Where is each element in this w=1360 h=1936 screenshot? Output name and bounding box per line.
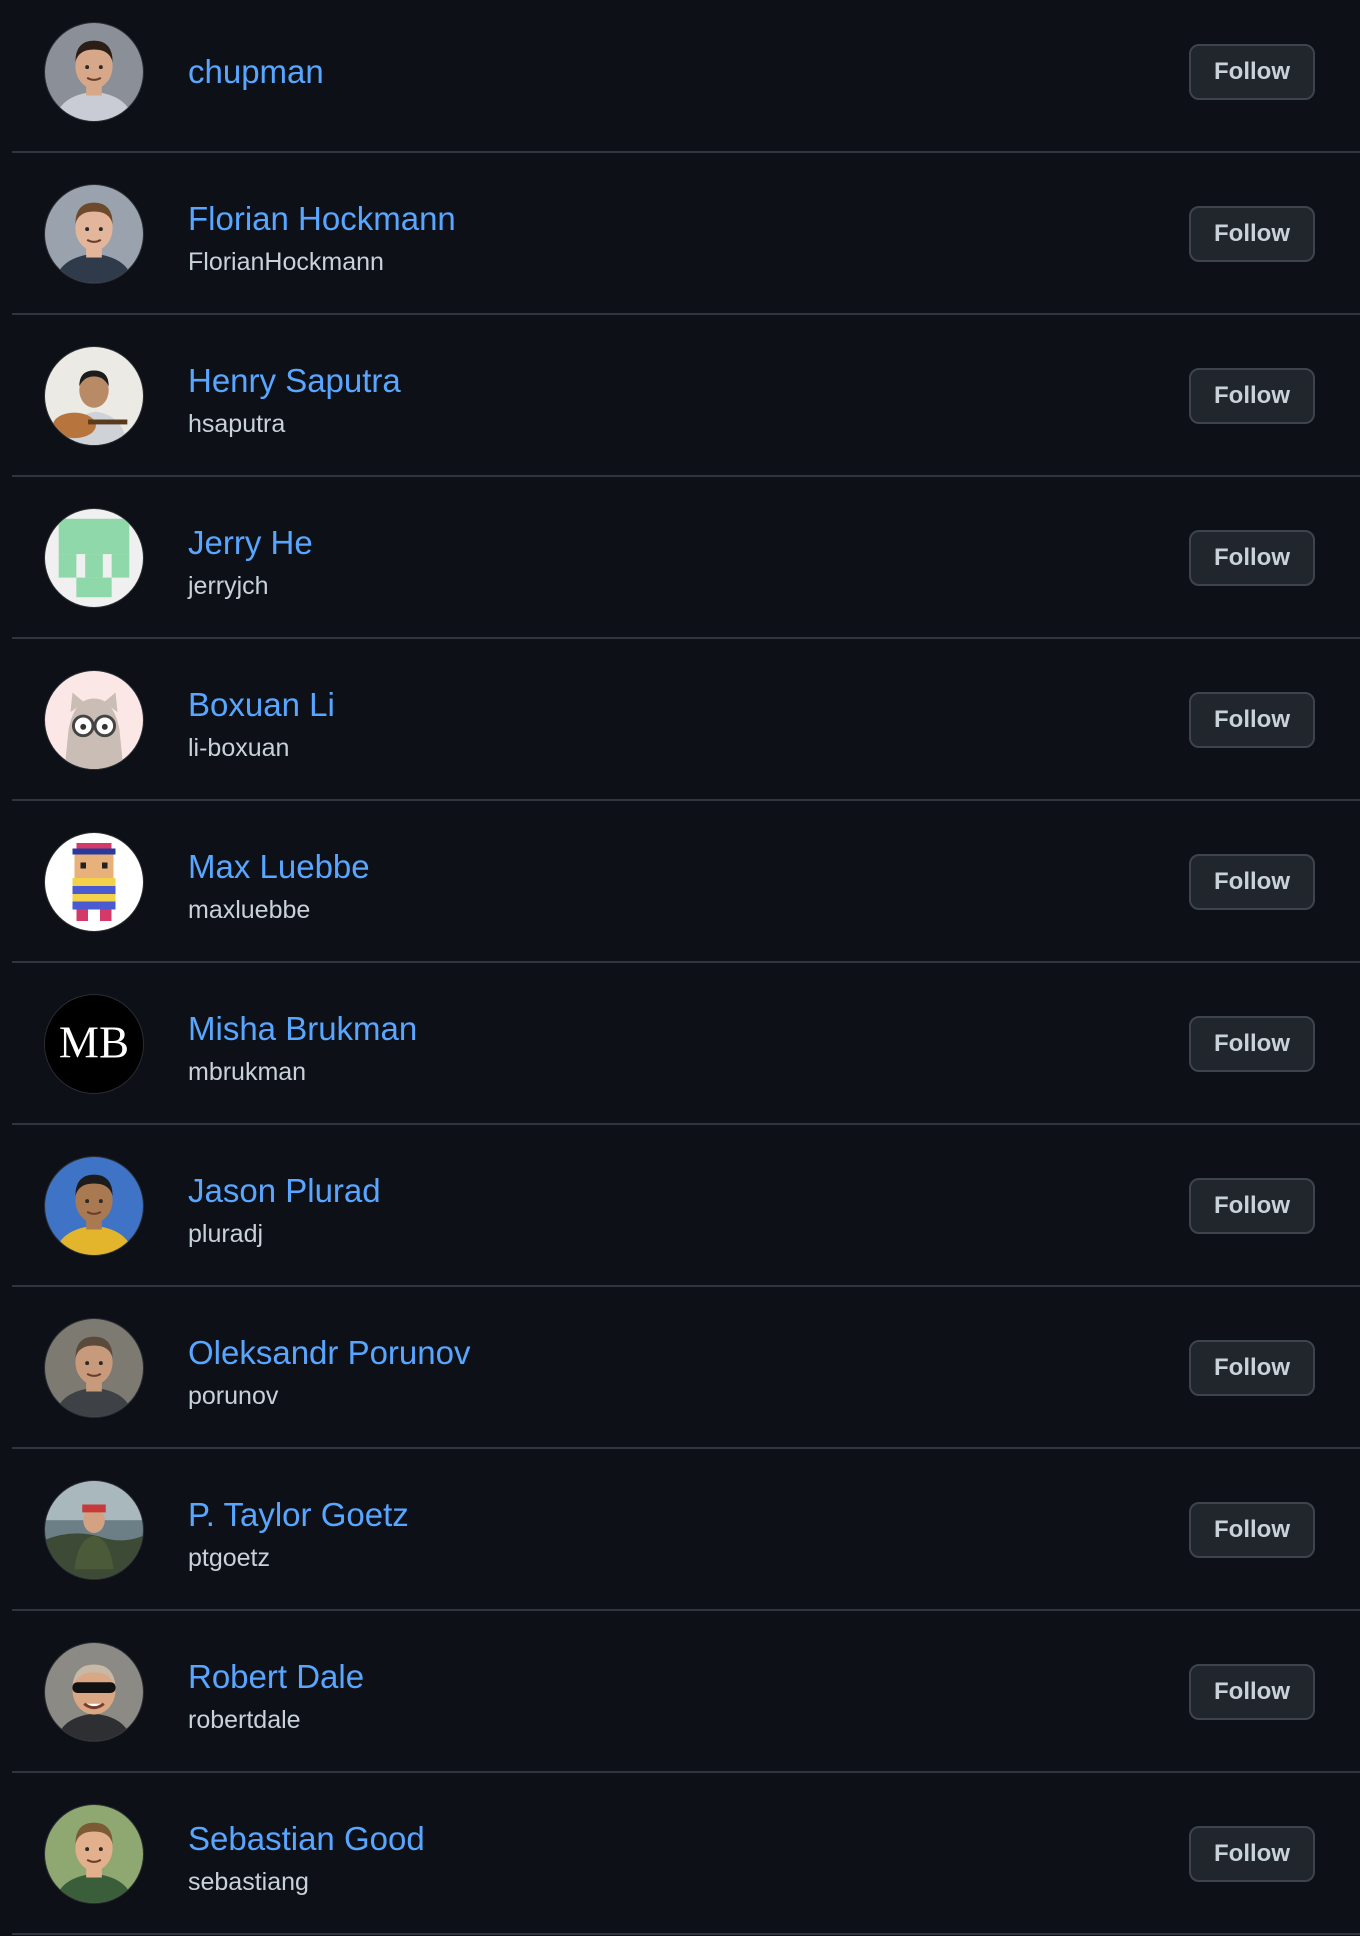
- photo-avatar[interactable]: [45, 1319, 143, 1417]
- user-row: Boxuan Li li-boxuan Follow: [0, 639, 1360, 801]
- follow-button[interactable]: Follow: [1189, 1178, 1315, 1234]
- user-row: chupman Follow: [0, 0, 1360, 153]
- user-name-link[interactable]: Jerry He: [188, 523, 313, 563]
- user-login: hsaputra: [188, 410, 286, 438]
- user-login: jerryjch: [188, 572, 269, 600]
- user-row: Henry Saputra hsaputra Follow: [0, 315, 1360, 477]
- follow-button[interactable]: Follow: [1189, 1340, 1315, 1396]
- user-row: Sebastian Good sebastiang Follow: [0, 1773, 1360, 1935]
- user-name-link[interactable]: Henry Saputra: [188, 361, 401, 401]
- user-row: MB Misha Brukman mbrukman Follow: [0, 963, 1360, 1125]
- follow-button[interactable]: Follow: [1189, 692, 1315, 748]
- user-row: Jerry He jerryjch Follow: [0, 477, 1360, 639]
- user-login: FlorianHockmann: [188, 248, 384, 276]
- user-login: li-boxuan: [188, 734, 290, 762]
- user-row: Oleksandr Porunov porunov Follow: [0, 1287, 1360, 1449]
- user-login: porunov: [188, 1382, 279, 1410]
- user-list: chupman Follow Florian Hockmann FlorianHock…: [0, 0, 1360, 1935]
- follow-button[interactable]: Follow: [1189, 1826, 1315, 1882]
- user-login: pluradj: [188, 1220, 264, 1248]
- user-name-link[interactable]: Florian Hockmann: [188, 199, 456, 239]
- user-name-link[interactable]: Robert Dale: [188, 1657, 364, 1697]
- user-name-link[interactable]: chupman: [188, 52, 324, 92]
- user-login: robertdale: [188, 1706, 301, 1734]
- photo-avatar[interactable]: [45, 1805, 143, 1903]
- follow-button[interactable]: Follow: [1189, 1502, 1315, 1558]
- user-name-link[interactable]: Jason Plurad: [188, 1171, 381, 1211]
- user-row: Florian Hockmann FlorianHockmann Follow: [0, 153, 1360, 315]
- follow-button[interactable]: Follow: [1189, 368, 1315, 424]
- photo-avatar[interactable]: [45, 1643, 143, 1741]
- identicon-avatar[interactable]: [45, 509, 143, 607]
- pixel-art-avatar[interactable]: [45, 833, 143, 931]
- follow-button[interactable]: Follow: [1189, 206, 1315, 262]
- user-row: Jason Plurad pluradj Follow: [0, 1125, 1360, 1287]
- user-name-link[interactable]: Max Luebbe: [188, 847, 370, 887]
- user-name-link[interactable]: Oleksandr Porunov: [188, 1333, 470, 1373]
- user-login: sebastiang: [188, 1868, 309, 1896]
- user-login: ptgoetz: [188, 1544, 271, 1572]
- user-login: maxluebbe: [188, 896, 311, 924]
- user-name-link[interactable]: Misha Brukman: [188, 1009, 417, 1049]
- follow-button[interactable]: Follow: [1189, 1016, 1315, 1072]
- user-row: P. Taylor Goetz ptgoetz Follow: [0, 1449, 1360, 1611]
- follow-button[interactable]: Follow: [1189, 854, 1315, 910]
- svg-text:MB: MB: [59, 1018, 129, 1068]
- user-row: Robert Dale robertdale Follow: [0, 1611, 1360, 1773]
- photo-avatar[interactable]: [45, 1481, 143, 1579]
- photo-avatar[interactable]: [45, 23, 143, 121]
- cartoon-avatar[interactable]: [45, 671, 143, 769]
- follow-button[interactable]: Follow: [1189, 44, 1315, 100]
- follow-button[interactable]: Follow: [1189, 1664, 1315, 1720]
- photo-avatar[interactable]: [45, 347, 143, 445]
- user-name-link[interactable]: Boxuan Li: [188, 685, 335, 725]
- monogram-avatar[interactable]: MB: [45, 995, 143, 1093]
- follow-button[interactable]: Follow: [1189, 530, 1315, 586]
- user-name-link[interactable]: P. Taylor Goetz: [188, 1495, 409, 1535]
- user-row: Max Luebbe maxluebbe Follow: [0, 801, 1360, 963]
- photo-avatar[interactable]: [45, 1157, 143, 1255]
- user-login: mbrukman: [188, 1058, 307, 1086]
- photo-avatar[interactable]: [45, 185, 143, 283]
- user-name-link[interactable]: Sebastian Good: [188, 1819, 425, 1859]
